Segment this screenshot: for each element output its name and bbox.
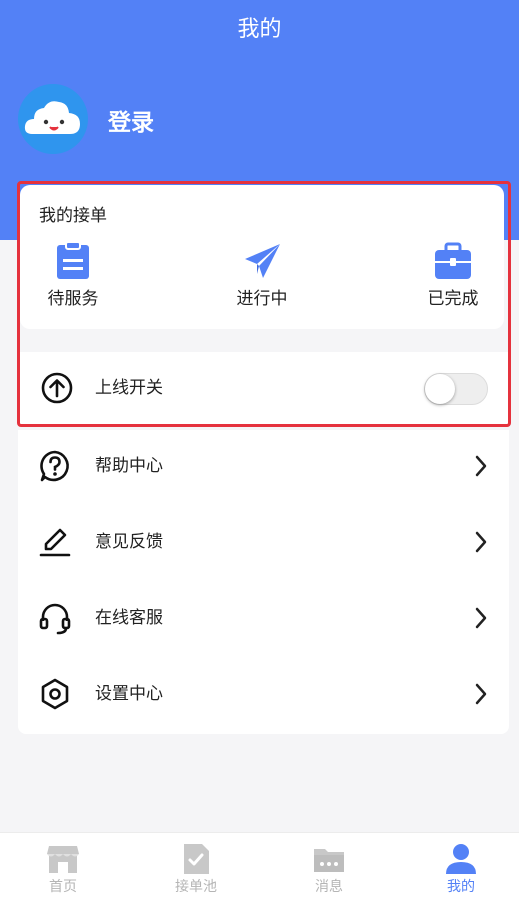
avatar[interactable] [18, 84, 88, 154]
tab-mine-label: 我的 [447, 879, 475, 895]
checked-document-icon [184, 844, 209, 874]
tab-home-label: 首页 [49, 879, 77, 895]
headset-icon [39, 603, 71, 635]
order-completed[interactable]: 已完成 [398, 241, 508, 311]
briefcase-icon [435, 242, 471, 279]
online-toggle[interactable] [424, 373, 488, 405]
chevron-right-icon [475, 683, 487, 705]
clipboard-icon [57, 241, 89, 279]
order-pending-service[interactable]: 待服务 [18, 241, 128, 311]
my-orders-title: 我的接单 [39, 206, 107, 226]
menu-item-online-support[interactable]: 在线客服 [18, 582, 508, 654]
message-folder-icon [314, 849, 344, 872]
menu-item-online-support-label: 在线客服 [95, 608, 163, 628]
tab-messages[interactable]: 消息 [274, 841, 384, 896]
menu-item-help-center[interactable]: 帮助中心 [18, 430, 508, 502]
chevron-right-icon [475, 455, 487, 477]
menu-item-settings[interactable]: 设置中心 [18, 658, 508, 730]
tab-mine[interactable]: 我的 [406, 841, 516, 896]
paper-plane-icon [245, 244, 280, 278]
my-orders-card: 我的接单 待服务 进行中 已完成 [20, 185, 504, 329]
menu-item-feedback[interactable]: 意见反馈 [18, 506, 508, 578]
order-in-progress[interactable]: 进行中 [207, 241, 317, 311]
online-toggle-knob [425, 374, 455, 404]
user-icon [446, 844, 476, 874]
hexagon-settings-icon [41, 678, 69, 710]
online-switch-row: 上线开关 [20, 352, 510, 424]
order-pending-service-label: 待服务 [47, 289, 99, 309]
store-icon [47, 846, 79, 873]
login-button[interactable]: 登录 [108, 106, 154, 140]
order-completed-label: 已完成 [427, 289, 479, 309]
page-title: 我的 [237, 17, 282, 42]
tab-order-pool[interactable]: 接单池 [141, 841, 251, 896]
arrow-up-circle-icon [41, 372, 73, 404]
chevron-right-icon [475, 607, 487, 629]
help-circle-icon [40, 450, 69, 482]
menu-item-help-center-label: 帮助中心 [95, 456, 163, 476]
menu-item-feedback-label: 意见反馈 [95, 532, 163, 552]
tab-messages-label: 消息 [315, 879, 343, 895]
pen-icon [39, 528, 71, 557]
cloud-avatar-icon [24, 101, 80, 134]
online-switch-label: 上线开关 [95, 378, 163, 398]
bottom-tab-bar: 首页 接单池 消息 我的 [0, 832, 519, 902]
tab-home[interactable]: 首页 [8, 841, 118, 896]
menu-item-settings-label: 设置中心 [95, 684, 163, 704]
order-in-progress-label: 进行中 [236, 289, 288, 309]
tab-order-pool-label: 接单池 [175, 879, 217, 895]
chevron-right-icon [475, 531, 487, 553]
menu-list-card: 帮助中心 意见反馈 在线客服 设置中心 [18, 430, 509, 734]
